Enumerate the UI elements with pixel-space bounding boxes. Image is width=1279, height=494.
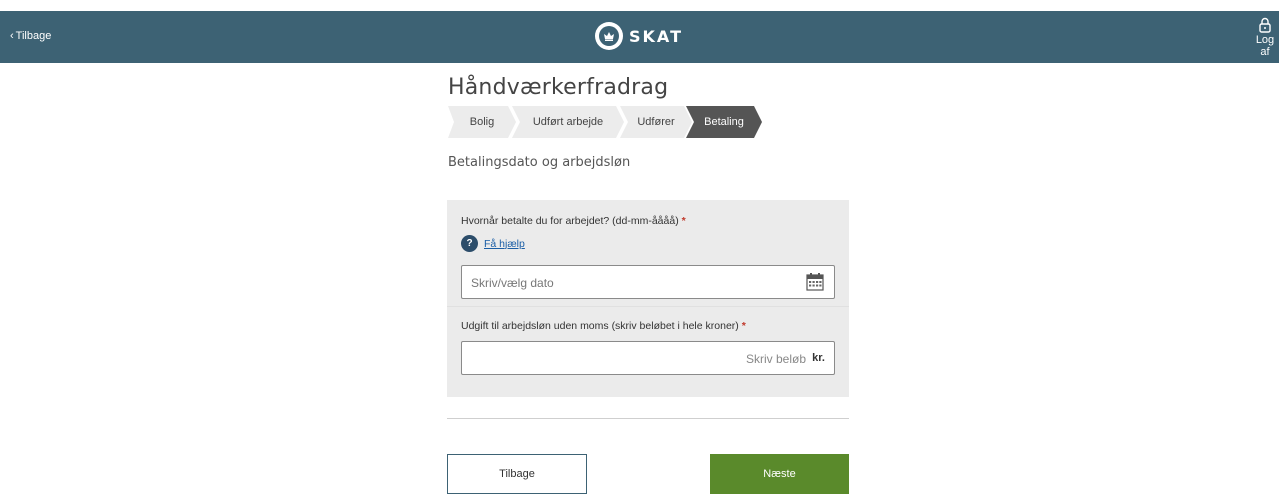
step-betaling[interactable]: Betaling <box>686 106 762 138</box>
amount-question-label: Udgift til arbejdsløn uden moms (skriv b… <box>461 320 746 332</box>
step-udforer[interactable]: Udfører <box>620 106 692 138</box>
step-bolig[interactable]: Bolig <box>448 106 516 138</box>
form-divider <box>447 418 849 419</box>
lock-icon <box>1259 17 1271 33</box>
header-back-link[interactable]: ‹ Tilbage <box>10 30 51 42</box>
required-mark: * <box>741 320 746 332</box>
date-question-label: Hvornår betalte du for arbejdet? (dd-mm-… <box>461 215 686 227</box>
step-label: Betaling <box>704 116 744 128</box>
next-button[interactable]: Næste <box>710 454 849 494</box>
crown-icon <box>595 22 623 50</box>
amount-input[interactable]: Skriv beløb kr. <box>461 341 835 375</box>
section-subtitle: Betalingsdato og arbejdsløn <box>448 155 631 170</box>
top-strip <box>0 0 1279 11</box>
date-question-text: Hvornår betalte du for arbejdet? (dd-mm-… <box>461 215 679 227</box>
help-link[interactable]: Få hjælp <box>484 238 525 250</box>
app-header: ‹ Tilbage SKAT Log af <box>0 11 1279 63</box>
step-label: Bolig <box>469 116 495 128</box>
currency-unit: kr. <box>812 352 825 364</box>
chevron-left-icon: ‹ <box>10 30 14 42</box>
logout-label: Log af <box>1255 34 1275 58</box>
step-udfort-arbejde[interactable]: Udført arbejde <box>512 106 624 138</box>
back-button[interactable]: Tilbage <box>447 454 587 494</box>
date-input[interactable]: Skriv/vælg dato <box>461 265 835 299</box>
panel-divider <box>447 306 849 307</box>
amount-question-text: Udgift til arbejdsløn uden moms (skriv b… <box>461 320 739 332</box>
amount-placeholder: Skriv beløb <box>745 352 806 366</box>
progress-steps: Bolig Udført arbejde Udfører Betaling <box>448 106 768 138</box>
question-icon[interactable]: ? <box>461 235 478 252</box>
required-mark: * <box>681 215 686 227</box>
page-title: Håndværkerfradrag <box>448 75 669 100</box>
step-label: Udført arbejde <box>532 116 604 128</box>
skat-logo: SKAT <box>595 22 683 50</box>
calendar-icon[interactable] <box>806 273 824 291</box>
step-label: Udfører <box>637 116 675 128</box>
header-back-label: Tilbage <box>15 30 52 42</box>
logo-text: SKAT <box>629 26 683 46</box>
date-placeholder: Skriv/vælg dato <box>471 276 554 290</box>
logout-button[interactable]: Log af <box>1250 17 1279 58</box>
help-row: ? Få hjælp <box>461 235 525 252</box>
